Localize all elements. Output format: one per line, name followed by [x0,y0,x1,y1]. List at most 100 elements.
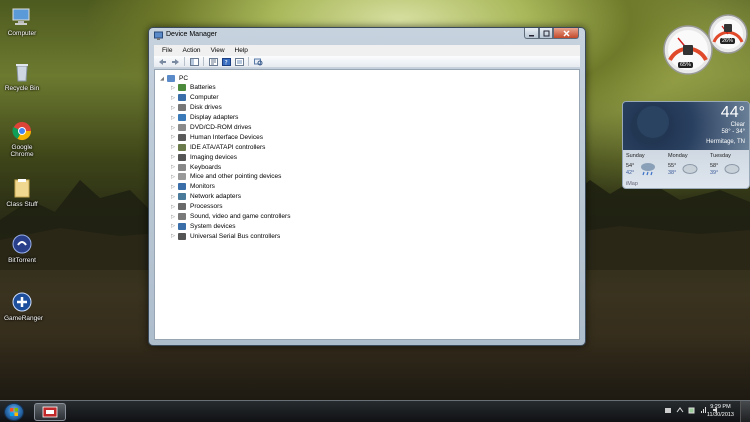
device-category-label: Display adapters [190,114,239,122]
expand-icon[interactable]: ▷ [170,164,176,170]
clock-date: 11/30/2013 [706,411,734,418]
cpu-usage-readout: 65% [678,62,694,68]
back-arrow-icon [158,58,166,65]
view-button[interactable] [234,57,244,66]
device-category[interactable]: ▷ Monitors [159,182,290,192]
expand-icon[interactable]: ▷ [170,184,176,190]
battery-icon [178,84,186,92]
moon-icon [631,106,669,144]
desktop-icon-class-stuff[interactable]: Class Stuff [4,177,40,208]
expand-icon[interactable]: ▷ [170,223,176,229]
rain-icon [641,163,655,176]
device-category-label: Human Interface Devices [190,133,263,141]
monitor-icon [178,183,186,191]
properties-button[interactable] [208,57,218,66]
tree-root[interactable]: ◢ PC [159,74,290,83]
desktop-icon-bittorrent[interactable]: BitTorrent [4,233,40,264]
show-hide-console-tree-button[interactable] [189,57,199,66]
keyboard-icon [178,163,186,171]
weather-gadget[interactable]: 44° Clear 58° - 34° Hermitage, TN Sunday… [622,101,750,189]
show-desktop-button[interactable] [740,401,750,422]
forward-button[interactable] [170,57,180,66]
computer-icon [11,6,33,28]
expand-icon[interactable]: ▷ [170,134,176,140]
expand-icon[interactable]: ▷ [170,144,176,150]
device-category[interactable]: ▷ Imaging devices [159,152,290,162]
device-category[interactable]: ▷ Disk drives [159,103,290,113]
device-category[interactable]: ▷ Batteries [159,83,290,93]
expand-icon[interactable]: ▷ [170,105,176,111]
menu-file[interactable]: File [157,47,177,54]
scan-hardware-button[interactable] [253,57,263,66]
device-category[interactable]: ▷ Computer [159,93,290,103]
computer-icon [178,94,186,102]
usb-icon [178,232,186,240]
expand-icon[interactable]: ▷ [170,204,176,210]
desktop-icon-google-chrome[interactable]: Google Chrome [4,120,40,158]
device-category[interactable]: ▷ Processors [159,202,290,212]
close-button[interactable] [553,28,579,39]
camera-icon [178,153,186,161]
start-button[interactable] [4,403,24,421]
maximize-button[interactable] [539,28,553,39]
device-tree-pane[interactable]: ◢ PC ▷ Batteries ▷ Computer ▷ Disk drives ▷ Dis… [154,69,580,340]
device-category[interactable]: ▷ Network adapters [159,192,290,202]
desktop-icon-gameranger[interactable]: GameRanger [4,291,43,322]
processor-icon [178,203,186,211]
desktop-icon-computer[interactable]: Computer [4,6,40,37]
device-category[interactable]: ▷ DVD/CD-ROM drives [159,123,290,133]
menu-action[interactable]: Action [177,47,205,54]
forecast-day: Sunday 54° 42° [623,152,665,182]
show-hidden-icons-icon[interactable] [676,406,684,414]
taskbar-device-manager-button[interactable] [34,403,66,421]
device-category[interactable]: ▷ Sound, video and game controllers [159,212,290,222]
device-category[interactable]: ▷ Keyboards [159,162,290,172]
scan-hardware-icon [253,58,262,65]
printer-icon[interactable] [664,406,672,414]
expand-icon[interactable]: ▷ [170,95,176,101]
expand-icon[interactable]: ▷ [170,85,176,91]
collapse-icon[interactable]: ◢ [159,76,165,82]
memory-usage-readout: 26% [720,38,736,44]
back-button[interactable] [157,57,167,66]
sound-icon [178,213,186,221]
device-manager-window[interactable]: Device Manager File Action View Help ? ◢… [148,27,586,346]
device-category[interactable]: ▷ System devices [159,221,290,231]
menu-help[interactable]: Help [230,47,253,54]
device-tree: ◢ PC ▷ Batteries ▷ Computer ▷ Disk drives ▷ Dis… [159,74,290,241]
expand-icon[interactable]: ▷ [170,115,176,121]
battery-icon[interactable] [688,406,696,414]
expand-icon[interactable]: ▷ [170,214,176,220]
expand-icon[interactable]: ▷ [170,174,176,180]
help-button[interactable]: ? [221,57,231,66]
device-category[interactable]: ▷ Mice and other pointing devices [159,172,290,182]
desktop-icon-recycle-bin[interactable]: Recycle Bin [4,61,40,92]
hid-icon [178,133,186,141]
current-condition: Clear [730,122,745,128]
device-category[interactable]: ▷ Universal Serial Bus controllers [159,231,290,241]
expand-icon[interactable]: ▷ [170,233,176,239]
expand-icon[interactable]: ▷ [170,125,176,131]
cpu-meter-gadget[interactable]: 65% 26% [656,10,750,76]
svg-text:?: ? [224,59,227,66]
windows-logo-icon [10,408,18,416]
device-category-label: Batteries [190,84,216,92]
maximize-icon [543,30,549,36]
device-category-label: Disk drives [190,104,222,112]
device-category-label: System devices [190,222,236,230]
minimize-button[interactable] [524,28,539,39]
menu-view[interactable]: View [206,47,230,54]
expand-icon[interactable]: ▷ [170,194,176,200]
display-adapter-icon [178,114,186,122]
clock[interactable]: 9:29 PM 11/30/2013 [707,404,734,420]
device-category-label: DVD/CD-ROM drives [190,124,252,131]
title-bar[interactable]: Device Manager [149,28,585,43]
device-category-label: Sound, video and game controllers [190,213,291,221]
bittorrent-icon [11,233,33,255]
ide-controller-icon [178,143,186,151]
device-category[interactable]: ▷ Display adapters [159,113,290,123]
device-category[interactable]: ▷ Human Interface Devices [159,132,290,142]
device-category[interactable]: ▷ IDE ATA/ATAPI controllers [159,142,290,152]
folder-icon [11,177,33,199]
expand-icon[interactable]: ▷ [170,154,176,160]
